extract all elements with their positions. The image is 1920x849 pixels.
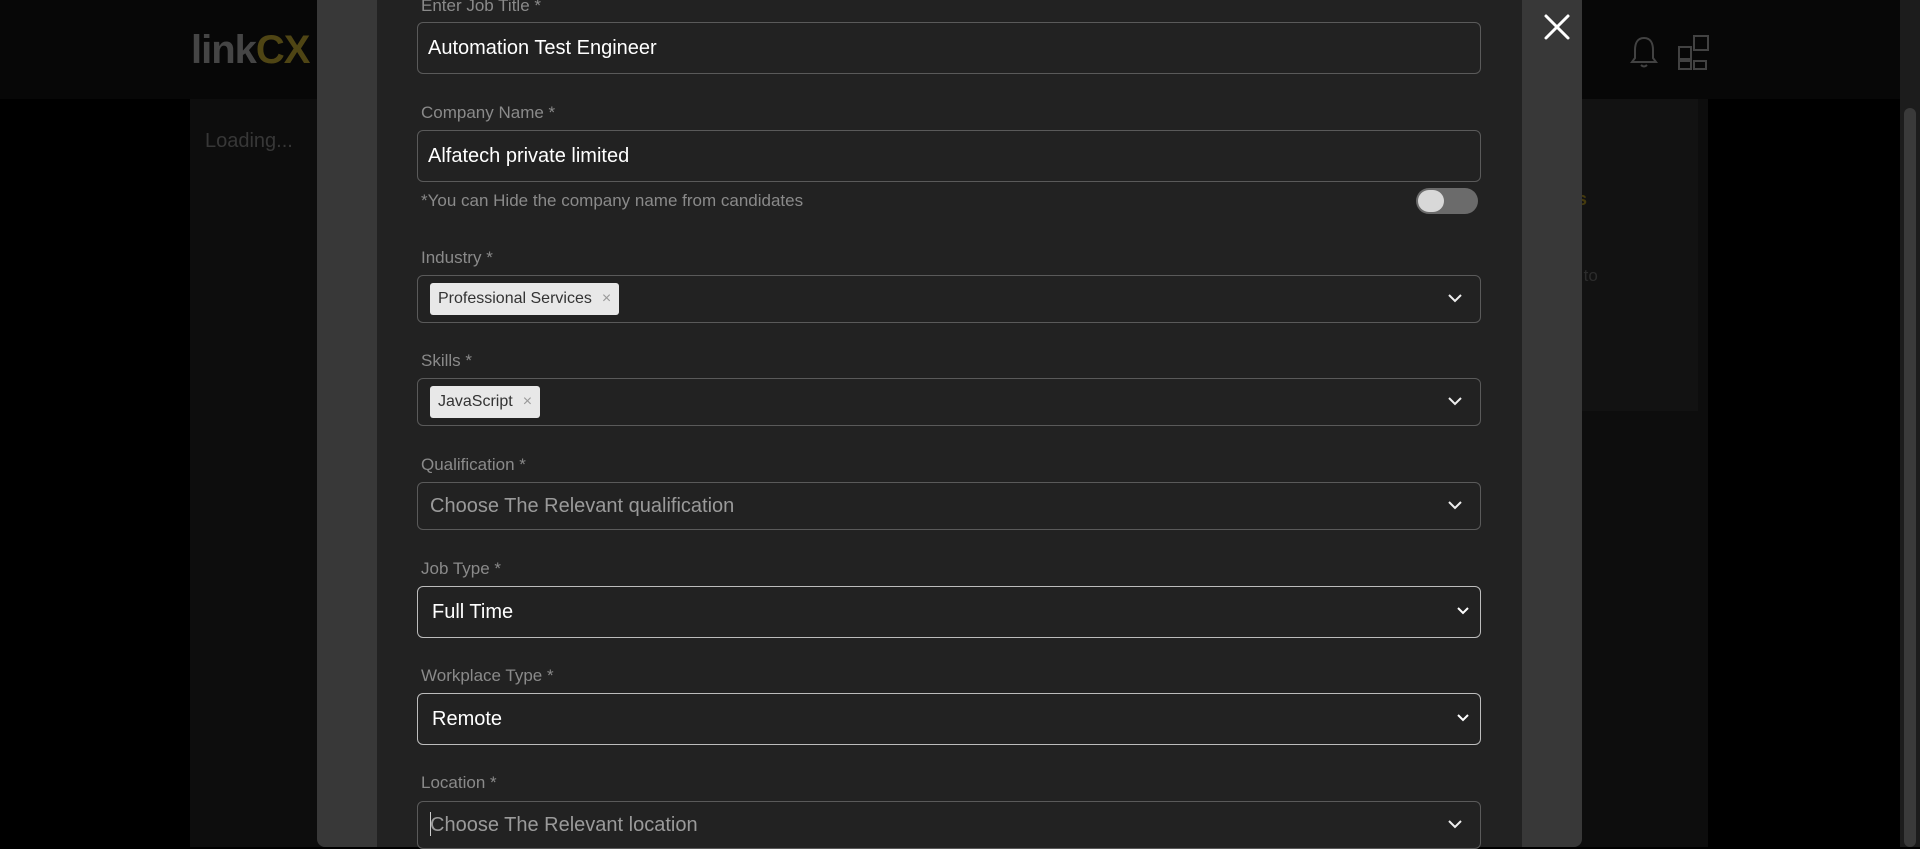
workplace-type-value: Remote: [432, 708, 503, 730]
qualification-select[interactable]: Choose The Relevant qualification: [417, 482, 1481, 530]
job-title-value: Automation Test Engineer: [428, 37, 657, 59]
chevron-down-icon: [1457, 607, 1469, 615]
company-name-input[interactable]: Alfatech private limited: [417, 130, 1481, 182]
chevron-down-icon: [1457, 714, 1469, 722]
industry-tag-label: Professional Services: [438, 290, 592, 307]
job-type-select[interactable]: Full Time: [417, 586, 1481, 638]
company-name-label: Company Name *: [421, 103, 556, 122]
industry-tag: Professional Services ×: [430, 283, 620, 315]
location-select[interactable]: Choose The Relevant location: [417, 801, 1481, 849]
job-type-label: Job Type *: [421, 559, 502, 578]
industry-label: Industry *: [421, 248, 493, 267]
skill-tag-label: JavaScript: [438, 393, 513, 410]
location-label: Location *: [421, 773, 497, 792]
job-title-label: Enter Job Title *: [421, 0, 542, 15]
close-icon[interactable]: [1540, 10, 1574, 44]
workplace-type-label: Workplace Type *: [421, 666, 554, 685]
text-cursor: [430, 812, 431, 836]
job-title-input[interactable]: Automation Test Engineer: [417, 22, 1481, 74]
industry-select[interactable]: Professional Services ×: [417, 275, 1481, 323]
workplace-type-select[interactable]: Remote: [417, 693, 1481, 745]
remove-tag-icon[interactable]: ×: [523, 393, 532, 411]
hide-company-toggle[interactable]: [1416, 188, 1478, 214]
qualification-placeholder: Choose The Relevant qualification: [430, 495, 735, 517]
location-placeholder: Choose The Relevant location: [430, 814, 698, 836]
qualification-label: Qualification *: [421, 455, 526, 474]
chevron-down-icon[interactable]: [1448, 396, 1462, 406]
remove-tag-icon[interactable]: ×: [602, 290, 611, 308]
chevron-down-icon[interactable]: [1448, 819, 1462, 829]
job-type-value: Full Time: [432, 601, 514, 623]
skills-label: Skills *: [421, 351, 473, 370]
chevron-down-icon[interactable]: [1448, 293, 1462, 303]
skills-select[interactable]: JavaScript ×: [417, 378, 1481, 426]
toggle-knob: [1418, 190, 1444, 212]
company-name-value: Alfatech private limited: [428, 145, 630, 167]
skill-tag: JavaScript ×: [430, 386, 541, 418]
chevron-down-icon[interactable]: [1448, 500, 1462, 510]
hide-company-hint: *You can Hide the company name from cand…: [421, 191, 804, 210]
